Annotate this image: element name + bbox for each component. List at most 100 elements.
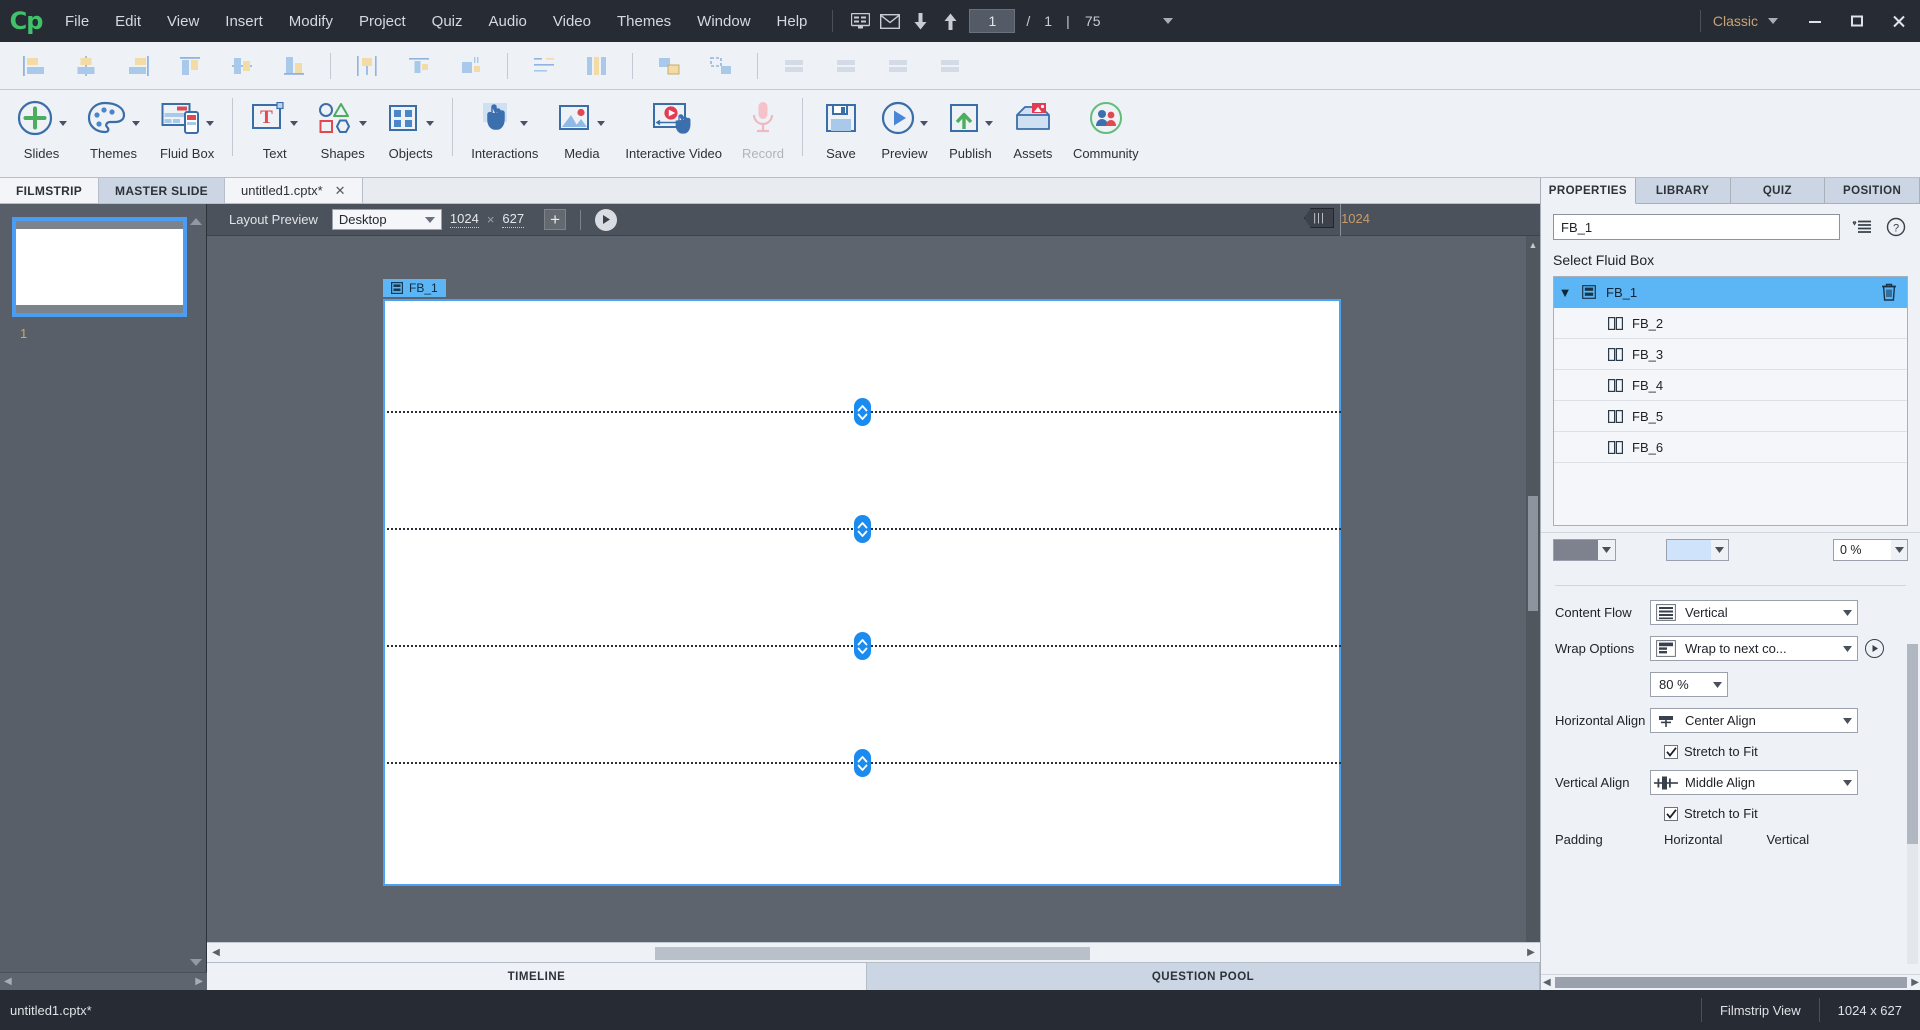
- distribute-vertical-icon[interactable]: [570, 46, 622, 86]
- scroll-left-icon[interactable]: ◀: [4, 976, 12, 987]
- send-backward-icon[interactable]: [820, 46, 872, 86]
- menu-view[interactable]: View: [154, 0, 212, 42]
- device-select[interactable]: Desktop: [331, 209, 442, 230]
- next-slide-up-icon[interactable]: [935, 6, 965, 36]
- properties-horizontal-scrollbar[interactable]: ◀ ▶: [1541, 974, 1920, 990]
- mail-icon[interactable]: [875, 6, 905, 36]
- ribbon-assets[interactable]: Assets: [1003, 90, 1063, 178]
- ribbon-save[interactable]: Save: [811, 90, 871, 178]
- horizontal-stretch-checkbox[interactable]: [1664, 744, 1678, 759]
- scroll-left-icon[interactable]: ◀: [207, 944, 225, 962]
- close-button[interactable]: [1878, 6, 1920, 36]
- vertical-align-select[interactable]: Middle Align: [1650, 770, 1858, 795]
- canvas-hscroll-thumb[interactable]: [655, 946, 1090, 960]
- menu-window[interactable]: Window: [684, 0, 763, 42]
- minimize-button[interactable]: [1794, 6, 1836, 36]
- menu-audio[interactable]: Audio: [476, 0, 540, 42]
- fluid-box-row-fb6[interactable]: FB_6: [1554, 432, 1907, 463]
- resize-match-both-icon[interactable]: [445, 46, 497, 86]
- chevron-down-icon[interactable]: [1707, 681, 1727, 688]
- align-bottom-icon[interactable]: [268, 46, 320, 86]
- tab-library[interactable]: LIBRARY: [1635, 178, 1731, 203]
- wrap-percent-select[interactable]: 80 %: [1650, 672, 1728, 697]
- fill-color-picker[interactable]: [1553, 539, 1616, 561]
- ribbon-slides[interactable]: Slides: [6, 90, 77, 178]
- ribbon-themes[interactable]: Themes: [77, 90, 150, 178]
- workspace-label[interactable]: Classic: [1713, 13, 1758, 29]
- fluid-box-row-fb4[interactable]: FB_4: [1554, 370, 1907, 401]
- filmstrip-slide-thumbnail[interactable]: [12, 217, 187, 317]
- vertical-stretch-checkbox[interactable]: [1664, 806, 1678, 821]
- chevron-down-icon[interactable]: [1837, 609, 1857, 616]
- fluid-box-row-fb2[interactable]: FB_2: [1554, 308, 1907, 339]
- menu-modify[interactable]: Modify: [276, 0, 346, 42]
- breakpoint-ruler-handle[interactable]: ||| 1024: [1304, 208, 1370, 228]
- scroll-up-icon[interactable]: ▲: [1526, 236, 1540, 254]
- menu-file[interactable]: File: [52, 0, 102, 42]
- close-icon[interactable]: ✕: [335, 183, 346, 199]
- fluid-box-row-fb1[interactable]: ▼ FB_1: [1554, 277, 1907, 308]
- send-to-back-icon[interactable]: [924, 46, 976, 86]
- menu-themes[interactable]: Themes: [604, 0, 684, 42]
- ribbon-shapes[interactable]: Shapes: [308, 90, 377, 178]
- ribbon-publish[interactable]: Publish: [938, 90, 1003, 178]
- fluid-box-row-fb5[interactable]: FB_5: [1554, 401, 1907, 432]
- scroll-right-icon[interactable]: ▶: [195, 976, 203, 987]
- fluid-box-list[interactable]: ▼ FB_1 FB_2 FB_3 FB_4 FB_5 FB_6: [1553, 276, 1908, 526]
- align-left-icon[interactable]: [8, 46, 60, 86]
- fluid-box-row-fb3[interactable]: FB_3: [1554, 339, 1907, 370]
- filmstrip-scroll-down-icon[interactable]: [190, 959, 202, 966]
- delete-icon[interactable]: [1881, 283, 1897, 304]
- tab-filmstrip[interactable]: FILMSTRIP: [0, 178, 100, 203]
- panel-menu-icon[interactable]: [1850, 215, 1874, 239]
- properties-scroll-thumb[interactable]: [1907, 644, 1918, 844]
- scroll-right-icon[interactable]: ▶: [1909, 977, 1920, 988]
- horizontal-stretch-row[interactable]: Stretch to Fit: [1664, 744, 1906, 759]
- fluid-box-resize-handle-2[interactable]: [854, 515, 871, 543]
- tab-untitled1-cptx[interactable]: untitled1.cptx* ✕: [224, 178, 363, 203]
- filmstrip-horizontal-scrollbar[interactable]: ◀ ▶: [0, 972, 207, 990]
- current-slide-field[interactable]: 1: [969, 9, 1016, 33]
- slide-canvas[interactable]: [383, 299, 1341, 886]
- resize-match-width-icon[interactable]: [341, 46, 393, 86]
- distribute-horizontal-icon[interactable]: [518, 46, 570, 86]
- ribbon-fluid-box[interactable]: Fluid Box: [150, 90, 224, 178]
- ribbon-text[interactable]: T Text: [241, 90, 308, 178]
- properties-vertical-scrollbar[interactable]: [1907, 644, 1918, 964]
- chevron-down-icon[interactable]: [1711, 540, 1728, 560]
- fluid-box-resize-handle-3[interactable]: [854, 632, 871, 660]
- canvas-scroll-thumb[interactable]: [1528, 496, 1538, 611]
- properties-hscroll-thumb[interactable]: [1554, 977, 1908, 988]
- ribbon-interactive-video[interactable]: Interactive Video: [615, 90, 732, 178]
- wrap-preview-button[interactable]: [1865, 639, 1884, 658]
- tab-timeline[interactable]: TIMELINE: [207, 962, 867, 990]
- add-breakpoint-button[interactable]: +: [544, 209, 567, 230]
- zoom-dropdown-button[interactable]: [1159, 18, 1173, 24]
- canvas-horizontal-scrollbar[interactable]: ◀ ▶: [207, 942, 1540, 962]
- chevron-down-icon[interactable]: [1837, 779, 1857, 786]
- help-icon[interactable]: ?: [1884, 215, 1908, 239]
- vertical-stretch-row[interactable]: Stretch to Fit: [1664, 806, 1906, 821]
- opacity-field[interactable]: 0 %: [1833, 539, 1908, 561]
- group-objects-icon[interactable]: [643, 46, 695, 86]
- fluid-box-resize-handle-4[interactable]: [854, 749, 871, 777]
- ribbon-media[interactable]: Media: [548, 90, 615, 178]
- expand-collapse-icon[interactable]: ▼: [1554, 285, 1576, 300]
- ribbon-objects[interactable]: Objects: [377, 90, 444, 178]
- menu-video[interactable]: Video: [540, 0, 604, 42]
- workspace-dropdown-button[interactable]: [1758, 18, 1794, 24]
- preview-breakpoint-button[interactable]: [595, 208, 618, 231]
- menu-insert[interactable]: Insert: [212, 0, 276, 42]
- content-flow-select[interactable]: Vertical: [1650, 600, 1858, 625]
- align-right-icon[interactable]: [112, 46, 164, 86]
- fluid-box-tag[interactable]: FB_1: [383, 279, 446, 297]
- tab-master-slide[interactable]: MASTER SLIDE: [99, 178, 225, 203]
- tab-properties[interactable]: PROPERTIES: [1541, 178, 1636, 204]
- resize-match-height-icon[interactable]: [393, 46, 445, 86]
- chevron-down-icon[interactable]: [1891, 540, 1907, 560]
- canvas-width-field[interactable]: 1024: [449, 211, 479, 228]
- tab-question-pool[interactable]: QUESTION POOL: [867, 962, 1540, 990]
- ribbon-preview[interactable]: Preview: [871, 90, 938, 178]
- stroke-color-picker[interactable]: [1666, 539, 1729, 561]
- align-center-horizontal-icon[interactable]: [60, 46, 112, 86]
